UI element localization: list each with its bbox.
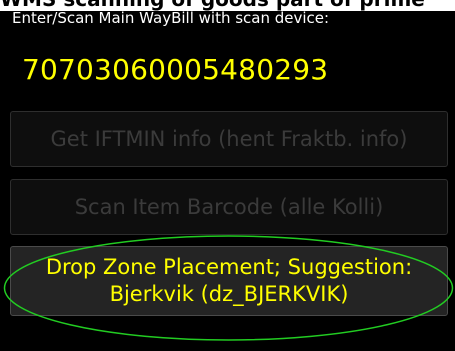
get-iftmin-info-button[interactable]: Get IFTMIN info (hent Fraktb. info) xyxy=(10,111,448,167)
app-screen: WMS scanning of goods part of prime Ente… xyxy=(0,0,455,351)
drop-zone-value-label: Bjerkvik (dz_BJERKVIK) xyxy=(109,282,349,306)
waybill-input[interactable]: 70703060005480293 xyxy=(22,53,328,87)
get-iftmin-info-label: Get IFTMIN info (hent Fraktb. info) xyxy=(50,127,408,151)
waybill-prompt-label: Enter/Scan Main WayBill with scan device… xyxy=(12,9,330,27)
scan-item-barcode-label: Scan Item Barcode (alle Kolli) xyxy=(74,195,384,219)
drop-zone-placement-button[interactable]: Drop Zone Placement; Suggestion: Bjerkvi… xyxy=(10,246,448,316)
scan-item-barcode-button[interactable]: Scan Item Barcode (alle Kolli) xyxy=(10,179,448,235)
drop-zone-suggestion-label: Drop Zone Placement; Suggestion: xyxy=(45,255,413,279)
